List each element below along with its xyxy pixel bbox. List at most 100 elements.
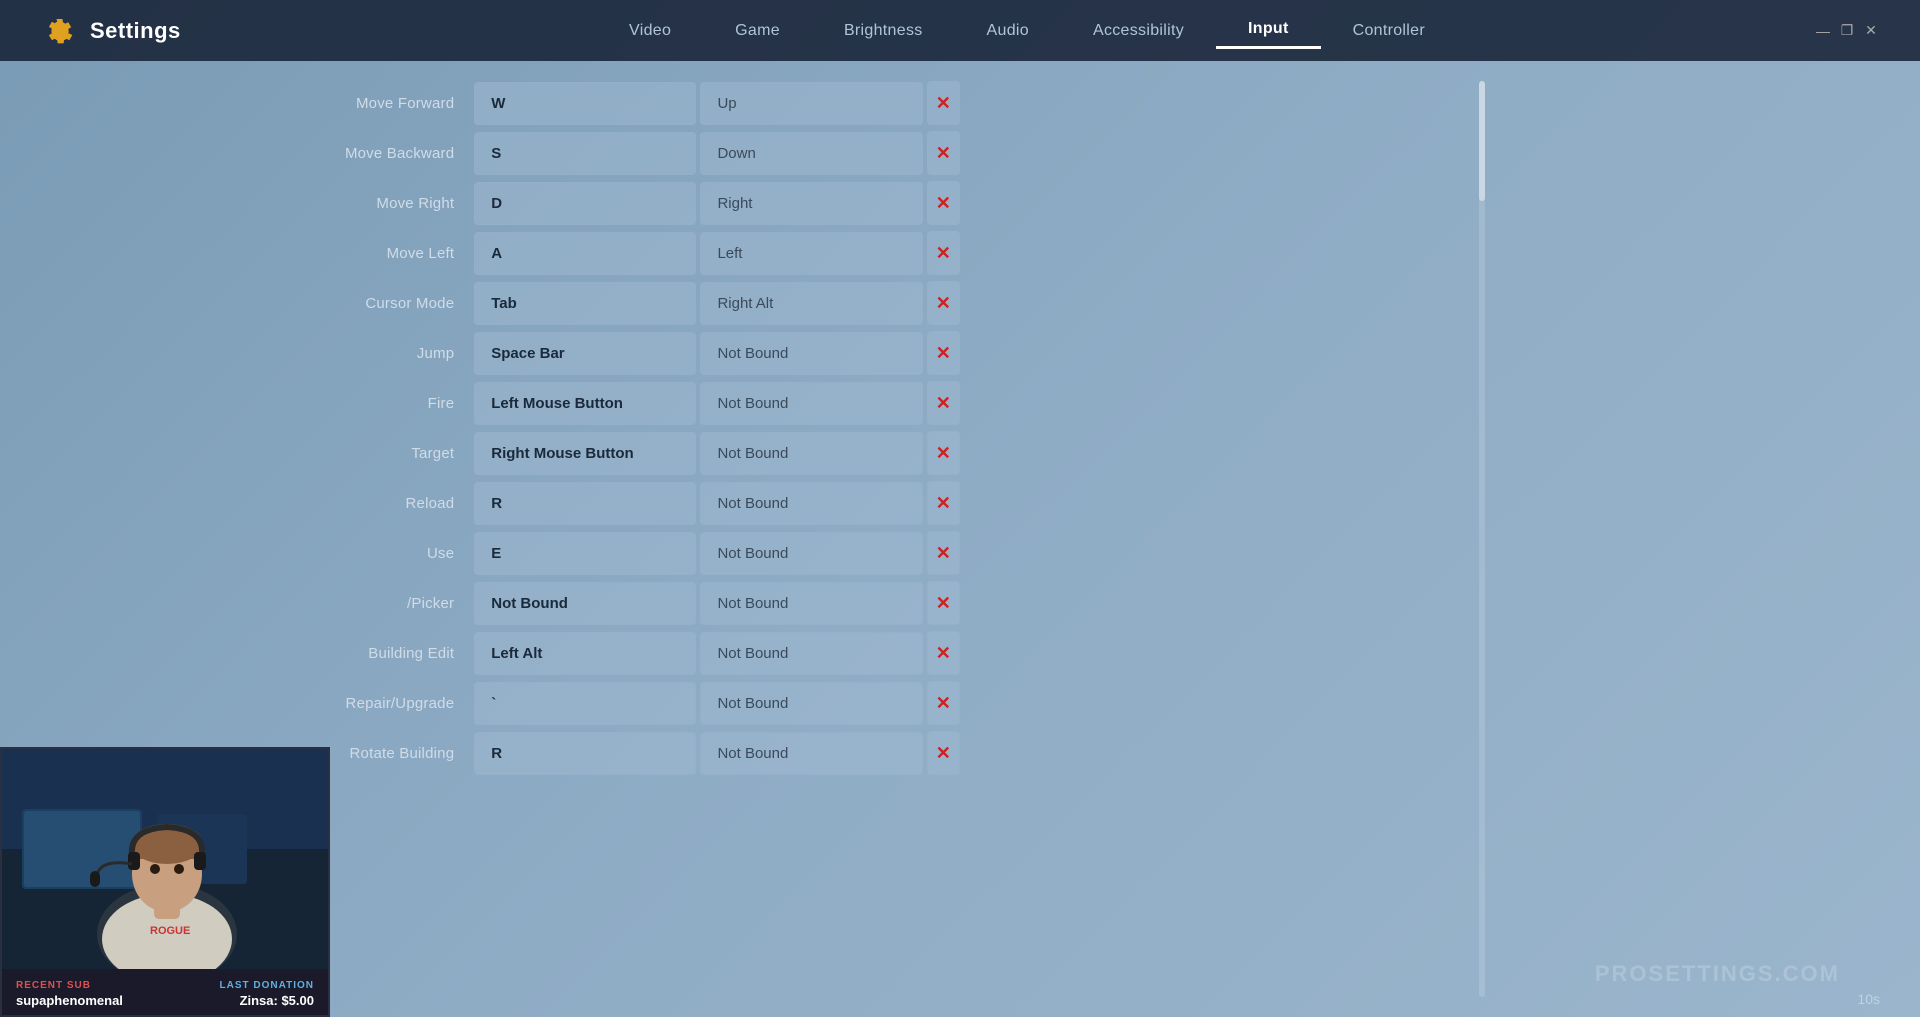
donation-value: Zinsa: $5.00 — [220, 993, 314, 1008]
binding-action-label: Reload — [280, 495, 474, 512]
binding-alt-key[interactable]: Not Bound — [700, 682, 922, 725]
binding-action-label: Fire — [280, 395, 474, 412]
recent-sub-label: RECENT SUB — [16, 980, 123, 991]
binding-primary-key[interactable]: D — [474, 182, 696, 225]
binding-delete-button[interactable]: ✕ — [927, 281, 960, 325]
binding-alt-key[interactable]: Not Bound — [700, 332, 922, 375]
binding-action-label: Use — [280, 545, 474, 562]
binding-primary-key[interactable]: Right Mouse Button — [474, 432, 696, 475]
watermark: PROSETTINGS.COM — [1595, 961, 1840, 987]
recent-sub-name: supaphenomenal — [16, 993, 123, 1008]
last-donation-label: LAST DONATION — [220, 980, 314, 991]
binding-row: Move ForwardWUp✕ — [280, 81, 960, 125]
binding-primary-key[interactable]: R — [474, 732, 696, 775]
binding-row: Repair/Upgrade`Not Bound✕ — [280, 681, 960, 725]
binding-primary-key[interactable]: Tab — [474, 282, 696, 325]
binding-alt-key[interactable]: Not Bound — [700, 632, 922, 675]
binding-delete-button[interactable]: ✕ — [927, 381, 960, 425]
tab-input[interactable]: Input — [1216, 12, 1321, 49]
binding-primary-key[interactable]: Left Alt — [474, 632, 696, 675]
binding-row: Rotate BuildingRNot Bound✕ — [280, 731, 960, 775]
binding-delete-button[interactable]: ✕ — [927, 681, 960, 725]
minimize-button[interactable]: — — [1814, 22, 1832, 40]
tab-game[interactable]: Game — [703, 12, 812, 49]
binding-delete-button[interactable]: ✕ — [927, 631, 960, 675]
binding-delete-button[interactable]: ✕ — [927, 231, 960, 275]
binding-row: Move LeftALeft✕ — [280, 231, 960, 275]
binding-primary-key[interactable]: Not Bound — [474, 582, 696, 625]
gear-icon — [40, 13, 76, 49]
binding-alt-key[interactable]: Not Bound — [700, 482, 922, 525]
maximize-button[interactable]: ❐ — [1838, 22, 1856, 40]
binding-row: Move BackwardSDown✕ — [280, 131, 960, 175]
binding-delete-button[interactable]: ✕ — [927, 331, 960, 375]
binding-row: JumpSpace BarNot Bound✕ — [280, 331, 960, 375]
binding-alt-key[interactable]: Up — [700, 82, 922, 125]
binding-action-label: Target — [280, 445, 474, 462]
webcam-recent-sub-area: RECENT SUB supaphenomenal — [16, 980, 123, 1008]
header: Settings Video Game Brightness Audio Acc… — [0, 0, 1920, 61]
binding-row: FireLeft Mouse ButtonNot Bound✕ — [280, 381, 960, 425]
binding-alt-key[interactable]: Left — [700, 232, 922, 275]
binding-delete-button[interactable]: ✕ — [927, 531, 960, 575]
binding-primary-key[interactable]: R — [474, 482, 696, 525]
scroll-track[interactable] — [1479, 81, 1485, 997]
nav-tabs: Video Game Brightness Audio Accessibilit… — [280, 12, 1774, 49]
binding-alt-key[interactable]: Right — [700, 182, 922, 225]
tab-audio[interactable]: Audio — [955, 12, 1061, 49]
webcam-video: ROGUE — [2, 749, 328, 969]
binding-primary-key[interactable]: A — [474, 232, 696, 275]
binding-delete-button[interactable]: ✕ — [927, 431, 960, 475]
svg-text:ROGUE: ROGUE — [150, 925, 190, 937]
binding-alt-key[interactable]: Not Bound — [700, 432, 922, 475]
binding-primary-key[interactable]: E — [474, 532, 696, 575]
binding-row: TargetRight Mouse ButtonNot Bound✕ — [280, 431, 960, 475]
logo-area: Settings — [40, 13, 240, 49]
webcam-overlay: ROGUE RECENT SUB supaphenomenal LAST DON… — [0, 747, 330, 1017]
binding-delete-button[interactable]: ✕ — [927, 581, 960, 625]
binding-primary-key[interactable]: Space Bar — [474, 332, 696, 375]
webcam-donation-area: LAST DONATION Zinsa: $5.00 — [220, 980, 314, 1008]
binding-alt-key[interactable]: Right Alt — [700, 282, 922, 325]
tab-brightness[interactable]: Brightness — [812, 12, 955, 49]
binding-primary-key[interactable]: Left Mouse Button — [474, 382, 696, 425]
close-button[interactable]: ✕ — [1862, 22, 1880, 40]
settings-window: Settings Video Game Brightness Audio Acc… — [0, 0, 1920, 1017]
binding-alt-key[interactable]: Not Bound — [700, 582, 922, 625]
binding-action-label: Move Right — [280, 195, 474, 212]
binding-alt-key[interactable]: Down — [700, 132, 922, 175]
tab-controller[interactable]: Controller — [1321, 12, 1457, 49]
timer-badge: 10s — [1857, 991, 1880, 1007]
binding-row: Cursor ModeTabRight Alt✕ — [280, 281, 960, 325]
binding-alt-key[interactable]: Not Bound — [700, 382, 922, 425]
binding-alt-key[interactable]: Not Bound — [700, 732, 922, 775]
binding-row: UseENot Bound✕ — [280, 531, 960, 575]
binding-action-label: Repair/Upgrade — [280, 695, 474, 712]
binding-primary-key[interactable]: W — [474, 82, 696, 125]
binding-primary-key[interactable]: S — [474, 132, 696, 175]
bindings-list: Move ForwardWUp✕Move BackwardSDown✕Move … — [280, 81, 960, 781]
binding-action-label: Jump — [280, 345, 474, 362]
binding-row: Move RightDRight✕ — [280, 181, 960, 225]
header-title: Settings — [90, 18, 181, 44]
binding-action-label: /Picker — [280, 595, 474, 612]
binding-row: ReloadRNot Bound✕ — [280, 481, 960, 525]
binding-action-label: Move Left — [280, 245, 474, 262]
binding-alt-key[interactable]: Not Bound — [700, 532, 922, 575]
webcam-bar: RECENT SUB supaphenomenal LAST DONATION … — [2, 969, 328, 1017]
binding-delete-button[interactable]: ✕ — [927, 181, 960, 225]
scroll-thumb[interactable] — [1479, 81, 1485, 201]
binding-primary-key[interactable]: ` — [474, 682, 696, 725]
binding-row: Building EditLeft AltNot Bound✕ — [280, 631, 960, 675]
binding-row: /PickerNot BoundNot Bound✕ — [280, 581, 960, 625]
tab-accessibility[interactable]: Accessibility — [1061, 12, 1216, 49]
binding-delete-button[interactable]: ✕ — [927, 131, 960, 175]
binding-delete-button[interactable]: ✕ — [927, 731, 960, 775]
tab-video[interactable]: Video — [597, 12, 703, 49]
binding-action-label: Cursor Mode — [280, 295, 474, 312]
binding-delete-button[interactable]: ✕ — [927, 81, 960, 125]
main-content: Move ForwardWUp✕Move BackwardSDown✕Move … — [0, 61, 1920, 1017]
binding-delete-button[interactable]: ✕ — [927, 481, 960, 525]
binding-action-label: Building Edit — [280, 645, 474, 662]
binding-action-label: Move Forward — [280, 95, 474, 112]
